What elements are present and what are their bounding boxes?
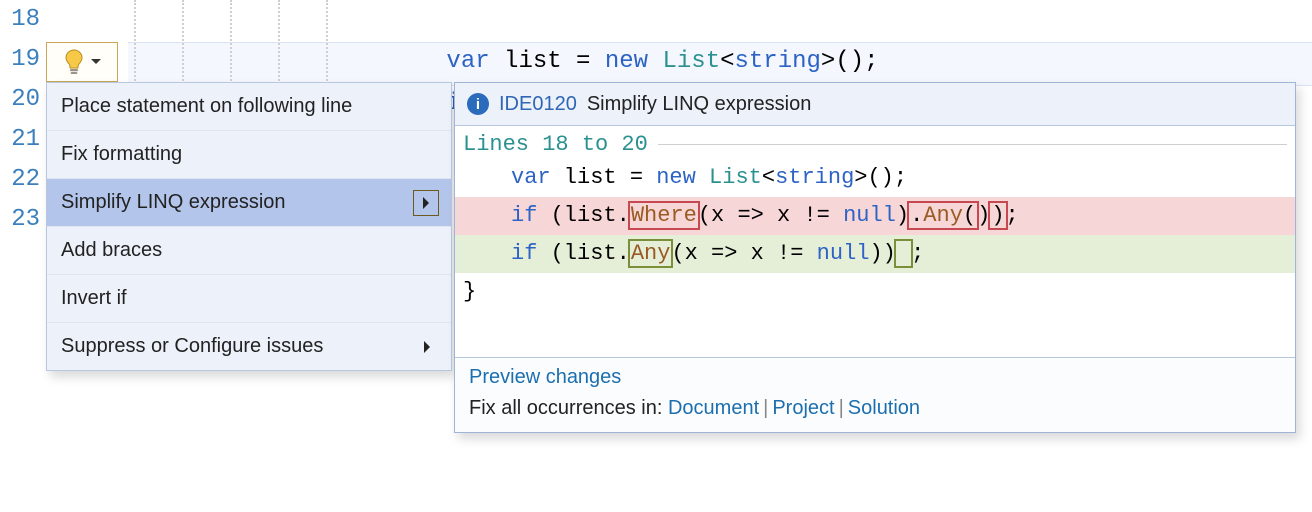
menu-item-label: Add braces [61,239,162,261]
separator: | [835,397,848,419]
fix-scope-document[interactable]: Document [668,397,759,419]
submenu-indicator [415,335,439,359]
menu-item-simplify-linq[interactable]: Simplify LINQ expression [47,179,451,227]
code-editor: 18 19 20 21 22 23 var list = new List<st… [0,0,1312,512]
fix-all-label: Fix all occurrences in: [469,397,668,419]
code-line[interactable]: var list = new List<string>(); [360,2,879,42]
diff-context-line: } [455,273,1295,311]
diff-removed-line: if (list.Where(x => x != null).Any()); [455,197,1295,235]
indent-guide [182,0,185,88]
fix-all-row: Fix all occurrences in: Document|Project… [469,397,1281,420]
preview-changes-link[interactable]: Preview changes [469,366,621,388]
menu-item-invert-if[interactable]: Invert if [47,275,451,323]
line-number: 20 [0,80,46,120]
line-number: 19 [0,40,46,80]
indent-guide [326,0,329,88]
menu-item-add-braces[interactable]: Add braces [47,227,451,275]
indent-guide [134,0,137,88]
menu-item-place-statement[interactable]: Place statement on following line [47,83,451,131]
chevron-right-icon [415,335,439,359]
preview-footer: Preview changes Fix all occurrences in: … [455,357,1295,432]
line-number: 18 [0,0,46,40]
menu-item-label: Simplify LINQ expression [61,191,286,213]
quick-actions-menu: Place statement on following line Fix fo… [46,82,452,371]
code-line[interactable]: if (list.Where(x => x != null).Any()); [360,44,994,84]
indent-guide [278,0,281,88]
preview-body: Lines 18 to 20 var list = new List<strin… [455,126,1295,357]
fix-scope-solution[interactable]: Solution [848,397,920,419]
menu-item-fix-formatting[interactable]: Fix formatting [47,131,451,179]
menu-item-label: Place statement on following line [61,95,352,117]
indent-guide [230,0,233,88]
line-number-gutter: 18 19 20 21 22 23 [0,0,46,512]
fix-scope-project[interactable]: Project [772,397,834,419]
lines-range-label: Lines 18 to 20 [463,132,648,157]
menu-item-label: Fix formatting [61,143,182,165]
diagnostic-id[interactable]: IDE0120 [499,93,577,116]
menu-item-suppress-configure[interactable]: Suppress or Configure issues [47,323,451,370]
lightbulb-icon [63,49,85,75]
horizontal-rule [658,144,1287,145]
line-number: 22 [0,160,46,200]
submenu-indicator [413,190,439,216]
separator: | [759,397,772,419]
caret-down-icon [91,58,101,66]
line-number: 23 [0,200,46,240]
info-icon: i [467,93,489,115]
quick-actions-button[interactable] [46,42,118,82]
chevron-right-icon [413,190,439,216]
menu-item-label: Invert if [61,287,127,309]
diagnostic-title: Simplify LINQ expression [587,93,812,116]
line-number: 21 [0,120,46,160]
diff-added-line: if (list.Any(x => x != null)) ; [455,235,1295,273]
lines-range-row: Lines 18 to 20 [455,126,1295,159]
menu-item-label: Suppress or Configure issues [61,335,323,357]
code-fix-preview-panel: i IDE0120 Simplify LINQ expression Lines… [454,82,1296,433]
preview-header: i IDE0120 Simplify LINQ expression [455,83,1295,126]
diff-context-line: var list = new List<string>(); [455,159,1295,197]
